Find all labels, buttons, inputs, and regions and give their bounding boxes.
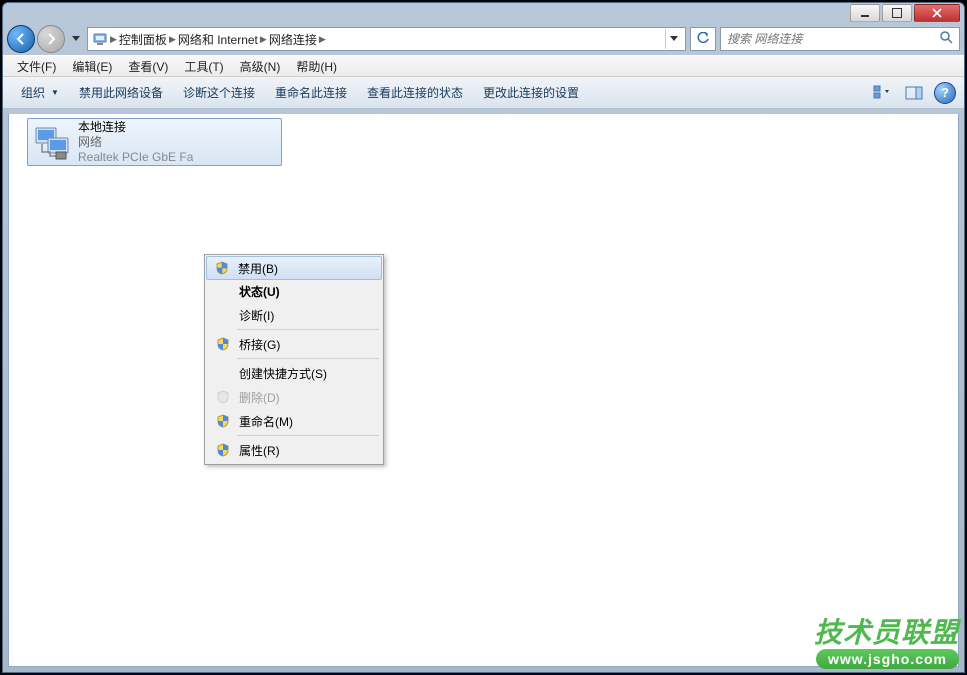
shield-icon [211,414,235,428]
ctx-rename[interactable]: 重命名(M) [207,409,381,433]
menu-tools[interactable]: 工具(T) [176,56,231,77]
ctx-shortcut[interactable]: 创建快捷方式(S) [207,361,381,385]
back-button[interactable] [7,25,35,53]
view-options-button[interactable] [868,81,896,105]
ctx-properties[interactable]: 属性(R) [207,438,381,462]
organize-button[interactable]: 组织▼ [11,80,69,105]
preview-pane-button[interactable] [900,81,928,105]
shield-icon [211,390,235,404]
shield-icon [210,261,234,275]
connection-device: Realtek PCIe GbE Fa [78,150,193,165]
help-button[interactable]: ? [934,82,956,104]
content-area: 本地连接 网络 Realtek PCIe GbE Fa 禁用(B) 状态(U) … [8,114,959,667]
nav-history-dropdown[interactable] [69,29,83,49]
search-box[interactable] [720,27,960,51]
menu-edit[interactable]: 编辑(E) [64,56,120,77]
watermark: 技术员联盟 www.jsgho.com [814,611,959,669]
menu-file[interactable]: 文件(F) [9,56,64,77]
window: ▶ 控制面板 ▶ 网络和 Internet ▶ 网络连接 ▶ 文件(F) 编辑(… [2,2,965,673]
maximize-button[interactable] [882,4,912,22]
menu-help[interactable]: 帮助(H) [288,56,345,77]
close-button[interactable] [914,4,960,22]
ctx-bridge[interactable]: 桥接(G) [207,332,381,356]
ctx-status[interactable]: 状态(U) [207,279,381,303]
cmd-disable[interactable]: 禁用此网络设备 [69,80,173,105]
titlebar [3,3,964,23]
cmd-rename[interactable]: 重命名此连接 [265,80,357,105]
breadcrumb-1[interactable]: 控制面板 [119,31,167,48]
cmd-diagnose[interactable]: 诊断这个连接 [173,80,265,105]
search-icon[interactable] [939,30,953,49]
menu-bar: 文件(F) 编辑(E) 查看(V) 工具(T) 高级(N) 帮助(H) [3,55,964,77]
connection-name: 本地连接 [78,120,193,135]
cmd-status[interactable]: 查看此连接的状态 [357,80,473,105]
navigation-bar: ▶ 控制面板 ▶ 网络和 Internet ▶ 网络连接 ▶ [3,23,964,55]
watermark-title: 技术员联盟 [814,611,959,651]
refresh-button[interactable] [690,27,716,51]
minimize-button[interactable] [850,4,880,22]
ctx-delete: 删除(D) [207,385,381,409]
breadcrumb-3[interactable]: 网络连接 [269,31,317,48]
ctx-diagnose[interactable]: 诊断(I) [207,303,381,327]
shield-icon [211,337,235,351]
menu-view[interactable]: 查看(V) [120,56,176,77]
search-input[interactable] [727,32,939,46]
connection-status: 网络 [78,135,193,150]
forward-button[interactable] [37,25,65,53]
context-menu: 禁用(B) 状态(U) 诊断(I) 桥接(G) 创建快捷方式(S) [204,254,384,465]
computer-icon [92,31,108,47]
ctx-disable[interactable]: 禁用(B) [206,256,382,280]
shield-icon [211,443,235,457]
menu-advanced[interactable]: 高级(N) [232,56,289,77]
network-adapter-icon [32,122,72,162]
address-bar[interactable]: ▶ 控制面板 ▶ 网络和 Internet ▶ 网络连接 ▶ [87,27,686,51]
watermark-url: www.jsgho.com [816,649,959,669]
command-bar: 组织▼ 禁用此网络设备 诊断这个连接 重命名此连接 查看此连接的状态 更改此连接… [3,77,964,109]
cmd-settings[interactable]: 更改此连接的设置 [473,80,589,105]
breadcrumb-2[interactable]: 网络和 Internet [178,31,258,48]
connection-item[interactable]: 本地连接 网络 Realtek PCIe GbE Fa [27,118,282,166]
address-dropdown-icon[interactable] [665,29,681,49]
